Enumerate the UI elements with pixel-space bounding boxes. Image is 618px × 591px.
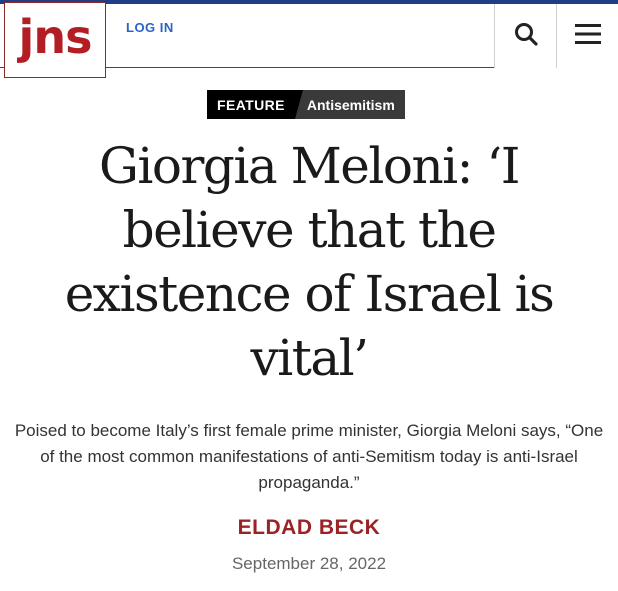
tag-topic[interactable]: Antisemitism xyxy=(302,90,405,119)
hamburger-menu-icon xyxy=(574,22,602,51)
search-button[interactable] xyxy=(494,4,556,68)
tag-separator xyxy=(294,90,303,119)
logo-text: jns xyxy=(18,10,93,64)
article-deck: Poised to become Italy’s first female pr… xyxy=(14,421,604,492)
tag-feature[interactable]: FEATURE xyxy=(207,90,295,119)
page: jns LOG IN FEATURE Antisemitism Giorgia … xyxy=(0,0,618,591)
site-header: jns LOG IN xyxy=(0,2,618,78)
article-headline: Giorgia Meloni: ‘I believe that the exis… xyxy=(64,137,555,387)
search-icon xyxy=(513,21,539,52)
site-logo[interactable]: jns xyxy=(4,2,106,78)
article-date: September 28, 2022 xyxy=(231,554,387,573)
article-tags: FEATURE Antisemitism xyxy=(207,90,405,119)
login-link[interactable]: LOG IN xyxy=(126,20,174,35)
article-author[interactable]: ELDAD BECK xyxy=(0,516,618,540)
menu-button[interactable] xyxy=(556,4,618,68)
